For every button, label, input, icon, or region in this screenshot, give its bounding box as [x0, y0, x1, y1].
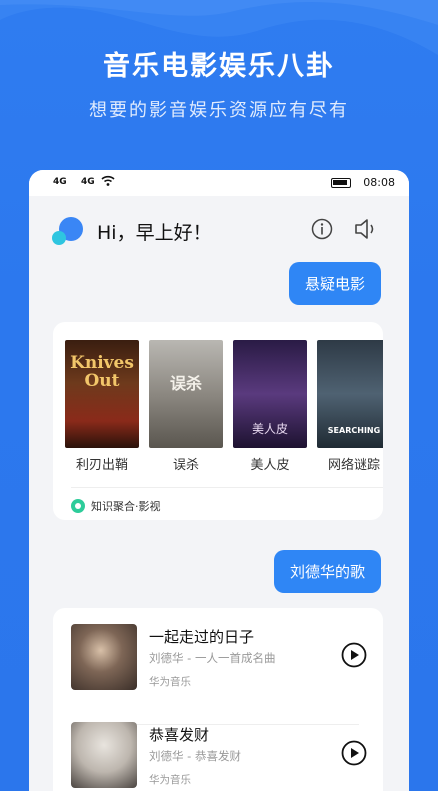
source-icon: [71, 499, 85, 513]
song-subtitle: 刘德华 - 恭喜发财: [149, 749, 241, 763]
promo-headline: 音乐电影娱乐八卦: [103, 51, 335, 82]
status-time: 08:08: [363, 176, 395, 189]
movie-item[interactable]: 误杀 误杀: [144, 340, 228, 473]
song-source: 华为音乐: [149, 676, 191, 688]
movie-poster: SEARCHING: [317, 340, 383, 448]
movie-results-card: Knives Out 利刃出鞘 误杀 误杀 美人皮 美人皮 SEARCHING: [53, 322, 383, 520]
movie-poster: 误杀: [149, 340, 223, 448]
play-icon[interactable]: [341, 642, 367, 668]
user-query-bubble-2[interactable]: 刘德华的歌: [273, 550, 381, 593]
song-title: 一起走过的日子: [149, 628, 255, 646]
signal-icon-2: 4G: [81, 177, 95, 187]
song-item[interactable]: 恭喜发财 刘德华 - 恭喜发财 华为音乐: [71, 722, 371, 791]
info-icon[interactable]: [311, 218, 333, 240]
movie-item[interactable]: 美人皮 美人皮: [228, 340, 312, 473]
phone-screen: 4G 4G 08:08 Hi，早上好！ 悬疑电影 Knives Out 利刃出鞘…: [29, 170, 409, 791]
song-item[interactable]: 一起走过的日子 刘德华 - 一人一首成名曲 华为音乐: [71, 624, 371, 725]
status-bar: 4G 4G 08:08: [29, 170, 409, 196]
song-results-card: 一起走过的日子 刘德华 - 一人一首成名曲 华为音乐 恭喜发财 刘德华 - 恭喜…: [53, 608, 383, 791]
movie-source[interactable]: 知识聚合·影视: [71, 498, 161, 514]
song-source: 华为音乐: [149, 774, 191, 786]
song-title: 恭喜发财: [149, 726, 210, 744]
assistant-logo-icon: [52, 217, 83, 245]
speaker-icon[interactable]: [353, 217, 379, 241]
movie-list: Knives Out 利刃出鞘 误杀 误杀 美人皮 美人皮 SEARCHING: [60, 340, 383, 473]
album-cover: [71, 624, 137, 690]
movie-item[interactable]: Knives Out 利刃出鞘: [60, 340, 144, 473]
movie-title: 利刃出鞘: [75, 458, 128, 473]
movie-item[interactable]: SEARCHING 网络谜踪: [312, 340, 383, 473]
user-query-bubble[interactable]: 悬疑电影: [288, 262, 381, 305]
album-cover: [71, 722, 137, 788]
signal-icon: 4G: [53, 177, 67, 187]
card-divider: [71, 487, 383, 488]
promo-subline: 想要的影音娱乐资源应有尽有: [89, 100, 349, 121]
greeting-row: Hi，早上好！: [51, 214, 391, 246]
movie-source-label: 知识聚合·影视: [91, 500, 161, 513]
greeting-text: Hi，早上好！: [97, 222, 212, 244]
movie-poster: 美人皮: [233, 340, 307, 448]
song-subtitle: 刘德华 - 一人一首成名曲: [149, 651, 276, 665]
movie-poster: Knives Out: [65, 340, 139, 448]
movie-title: 美人皮: [250, 458, 290, 473]
wifi-icon: [101, 175, 115, 186]
movie-title: 误杀: [172, 458, 199, 473]
play-icon[interactable]: [341, 740, 367, 766]
battery-icon: [331, 178, 351, 188]
movie-title: 网络谜踪: [327, 458, 380, 473]
